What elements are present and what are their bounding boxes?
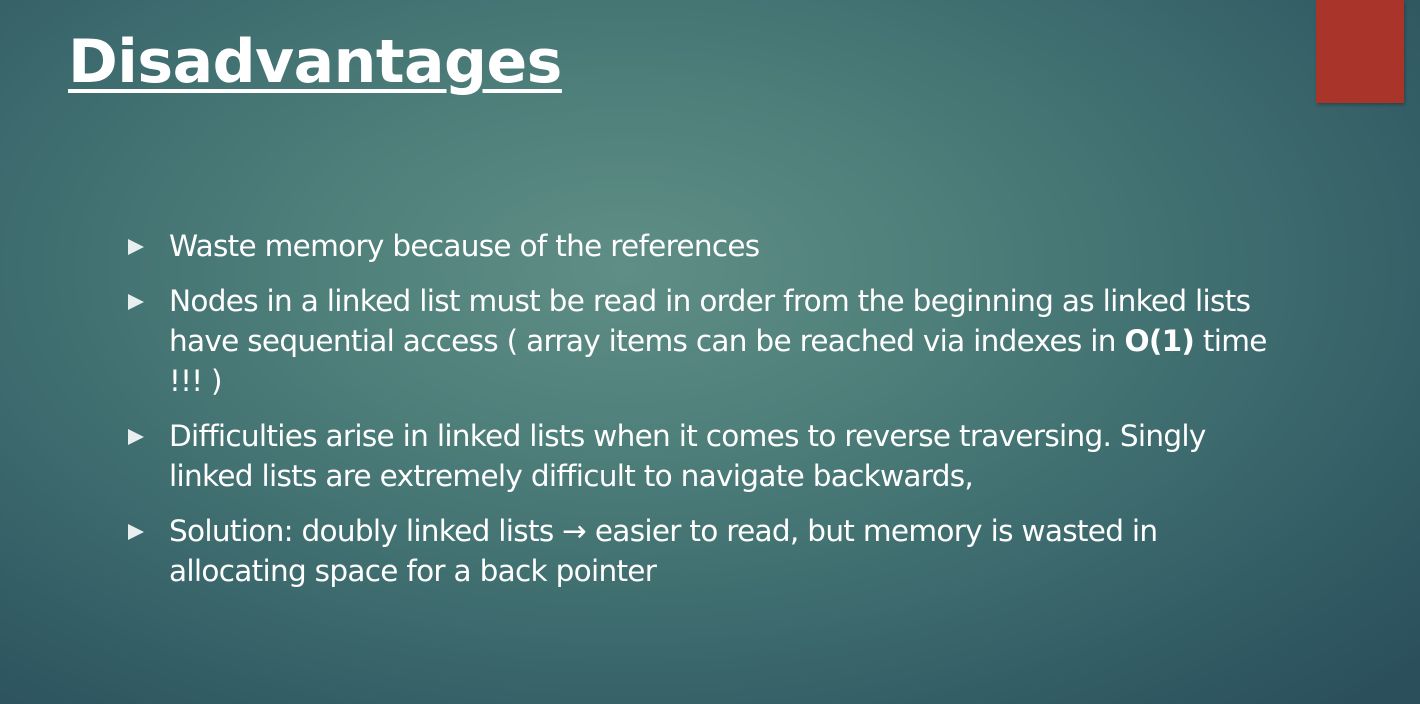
slide-title: Disadvantages (68, 27, 562, 97)
bullet-text: Difficulties arise in linked lists when … (169, 419, 1206, 493)
accent-block (1316, 0, 1404, 103)
bullet-item-waste-memory: Waste memory because of the references (128, 226, 1268, 266)
triangle-right-icon (128, 294, 144, 310)
triangle-right-icon (128, 524, 144, 540)
bullet-item-reverse-traversing: Difficulties arise in linked lists when … (128, 416, 1268, 496)
bullet-item-sequential-access: Nodes in a linked list must be read in o… (128, 281, 1268, 401)
bullet-text: Nodes in a linked list must be read in o… (169, 284, 1251, 358)
bullet-text: Waste memory because of the references (169, 229, 760, 263)
bullet-text: Solution: doubly linked lists → easier t… (169, 514, 1158, 588)
bullet-text-bold: O(1) (1124, 324, 1195, 358)
triangle-right-icon (128, 239, 144, 255)
triangle-right-icon (128, 429, 144, 445)
slide: Disadvantages Waste memory because of th… (0, 0, 1420, 704)
bullet-item-solution: Solution: doubly linked lists → easier t… (128, 511, 1268, 591)
bullet-list: Waste memory because of the references N… (128, 226, 1268, 606)
